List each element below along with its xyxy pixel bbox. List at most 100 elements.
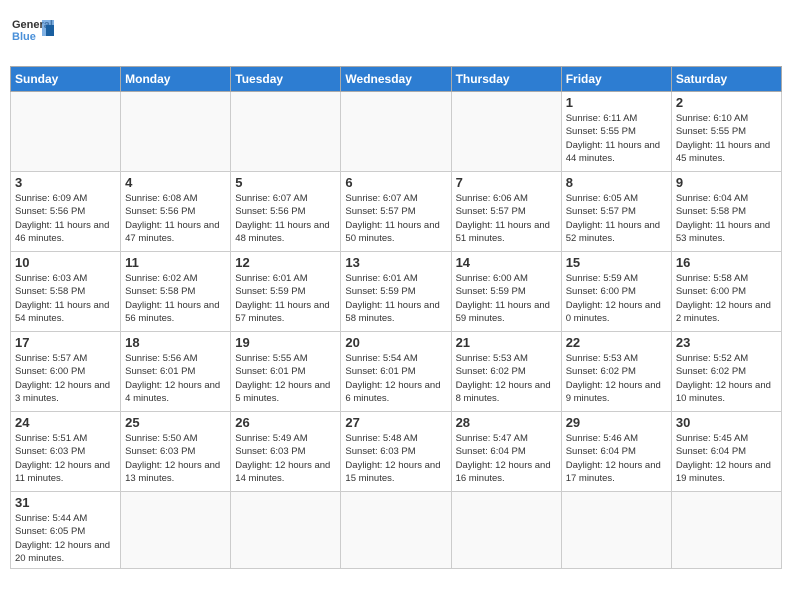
column-header-friday: Friday	[561, 67, 671, 92]
day-number: 29	[566, 415, 667, 430]
calendar-cell: 23 Sunrise: 5:52 AMSunset: 6:02 PMDayligh…	[671, 332, 781, 412]
day-info: Sunrise: 6:10 AMSunset: 5:55 PMDaylight:…	[676, 112, 777, 165]
day-number: 16	[676, 255, 777, 270]
day-number: 18	[125, 335, 226, 350]
calendar-cell: 9 Sunrise: 6:04 AMSunset: 5:58 PMDaylight…	[671, 172, 781, 252]
day-number: 15	[566, 255, 667, 270]
day-info: Sunrise: 5:56 AMSunset: 6:01 PMDaylight:…	[125, 352, 226, 405]
day-info: Sunrise: 6:09 AMSunset: 5:56 PMDaylight:…	[15, 192, 116, 245]
day-number: 26	[235, 415, 336, 430]
page-header: General Blue	[10, 10, 782, 60]
day-info: Sunrise: 6:11 AMSunset: 5:55 PMDaylight:…	[566, 112, 667, 165]
day-info: Sunrise: 5:55 AMSunset: 6:01 PMDaylight:…	[235, 352, 336, 405]
day-number: 31	[15, 495, 116, 510]
day-number: 22	[566, 335, 667, 350]
calendar-table: SundayMondayTuesdayWednesdayThursdayFrid…	[10, 66, 782, 569]
day-number: 20	[345, 335, 446, 350]
calendar-cell: 20 Sunrise: 5:54 AMSunset: 6:01 PMDayligh…	[341, 332, 451, 412]
calendar-cell	[341, 492, 451, 569]
day-info: Sunrise: 6:02 AMSunset: 5:58 PMDaylight:…	[125, 272, 226, 325]
day-number: 19	[235, 335, 336, 350]
calendar-cell	[121, 492, 231, 569]
day-number: 30	[676, 415, 777, 430]
day-info: Sunrise: 5:53 AMSunset: 6:02 PMDaylight:…	[566, 352, 667, 405]
logo: General Blue	[10, 10, 60, 60]
calendar-cell	[11, 92, 121, 172]
day-info: Sunrise: 5:48 AMSunset: 6:03 PMDaylight:…	[345, 432, 446, 485]
calendar-cell: 13 Sunrise: 6:01 AMSunset: 5:59 PMDayligh…	[341, 252, 451, 332]
calendar-cell: 19 Sunrise: 5:55 AMSunset: 6:01 PMDayligh…	[231, 332, 341, 412]
day-info: Sunrise: 5:49 AMSunset: 6:03 PMDaylight:…	[235, 432, 336, 485]
calendar-cell: 6Sunrise: 6:07 AMSunset: 5:57 PMDaylight…	[341, 172, 451, 252]
day-info: Sunrise: 6:01 AMSunset: 5:59 PMDaylight:…	[235, 272, 336, 325]
day-number: 8	[566, 175, 667, 190]
day-info: Sunrise: 6:04 AMSunset: 5:58 PMDaylight:…	[676, 192, 777, 245]
day-number: 11	[125, 255, 226, 270]
calendar-header-row: SundayMondayTuesdayWednesdayThursdayFrid…	[11, 67, 782, 92]
day-info: Sunrise: 5:46 AMSunset: 6:04 PMDaylight:…	[566, 432, 667, 485]
calendar-cell: 1 Sunrise: 6:11 AMSunset: 5:55 PMDaylight…	[561, 92, 671, 172]
day-number: 2	[676, 95, 777, 110]
calendar-cell: 14Sunrise: 6:00 AMSunset: 5:59 PMDayligh…	[451, 252, 561, 332]
column-header-thursday: Thursday	[451, 67, 561, 92]
calendar-cell: 17Sunrise: 5:57 AMSunset: 6:00 PMDayligh…	[11, 332, 121, 412]
day-info: Sunrise: 5:52 AMSunset: 6:02 PMDaylight:…	[676, 352, 777, 405]
column-header-monday: Monday	[121, 67, 231, 92]
column-header-saturday: Saturday	[671, 67, 781, 92]
calendar-cell: 24 Sunrise: 5:51 AMSunset: 6:03 PMDayligh…	[11, 412, 121, 492]
day-number: 24	[15, 415, 116, 430]
calendar-cell: 8 Sunrise: 6:05 AMSunset: 5:57 PMDaylight…	[561, 172, 671, 252]
day-info: Sunrise: 6:07 AMSunset: 5:56 PMDaylight:…	[235, 192, 336, 245]
day-info: Sunrise: 5:54 AMSunset: 6:01 PMDaylight:…	[345, 352, 446, 405]
day-number: 9	[676, 175, 777, 190]
day-info: Sunrise: 5:51 AMSunset: 6:03 PMDaylight:…	[15, 432, 116, 485]
day-number: 6	[345, 175, 446, 190]
day-info: Sunrise: 5:44 AMSunset: 6:05 PMDaylight:…	[15, 512, 116, 565]
day-info: Sunrise: 6:08 AMSunset: 5:56 PMDaylight:…	[125, 192, 226, 245]
calendar-cell: 29 Sunrise: 5:46 AMSunset: 6:04 PMDayligh…	[561, 412, 671, 492]
day-number: 7	[456, 175, 557, 190]
column-header-wednesday: Wednesday	[341, 67, 451, 92]
day-number: 1	[566, 95, 667, 110]
calendar-cell: 12Sunrise: 6:01 AMSunset: 5:59 PMDayligh…	[231, 252, 341, 332]
calendar-cell: 30Sunrise: 5:45 AMSunset: 6:04 PMDayligh…	[671, 412, 781, 492]
calendar-cell: 26 Sunrise: 5:49 AMSunset: 6:03 PMDayligh…	[231, 412, 341, 492]
calendar-cell: 15Sunrise: 5:59 AMSunset: 6:00 PMDayligh…	[561, 252, 671, 332]
day-number: 17	[15, 335, 116, 350]
day-number: 28	[456, 415, 557, 430]
calendar-cell: 18 Sunrise: 5:56 AMSunset: 6:01 PMDayligh…	[121, 332, 231, 412]
day-number: 4	[125, 175, 226, 190]
day-number: 5	[235, 175, 336, 190]
calendar-cell: 11 Sunrise: 6:02 AMSunset: 5:58 PMDayligh…	[121, 252, 231, 332]
calendar-cell	[231, 492, 341, 569]
day-number: 3	[15, 175, 116, 190]
column-header-sunday: Sunday	[11, 67, 121, 92]
day-info: Sunrise: 5:50 AMSunset: 6:03 PMDaylight:…	[125, 432, 226, 485]
calendar-cell: 2 Sunrise: 6:10 AMSunset: 5:55 PMDaylight…	[671, 92, 781, 172]
calendar-cell	[121, 92, 231, 172]
day-number: 23	[676, 335, 777, 350]
calendar-cell	[231, 92, 341, 172]
calendar-cell: 27 Sunrise: 5:48 AMSunset: 6:03 PMDayligh…	[341, 412, 451, 492]
day-info: Sunrise: 5:47 AMSunset: 6:04 PMDaylight:…	[456, 432, 557, 485]
day-number: 14	[456, 255, 557, 270]
calendar-cell: 31 Sunrise: 5:44 AMSunset: 6:05 PMDayligh…	[11, 492, 121, 569]
calendar-cell	[341, 92, 451, 172]
calendar-cell: 16Sunrise: 5:58 AMSunset: 6:00 PMDayligh…	[671, 252, 781, 332]
calendar-cell: 4 Sunrise: 6:08 AMSunset: 5:56 PMDaylight…	[121, 172, 231, 252]
calendar-cell: 7 Sunrise: 6:06 AMSunset: 5:57 PMDaylight…	[451, 172, 561, 252]
column-header-tuesday: Tuesday	[231, 67, 341, 92]
day-number: 10	[15, 255, 116, 270]
day-info: Sunrise: 6:06 AMSunset: 5:57 PMDaylight:…	[456, 192, 557, 245]
day-info: Sunrise: 6:01 AMSunset: 5:59 PMDaylight:…	[345, 272, 446, 325]
calendar-cell: 28 Sunrise: 5:47 AMSunset: 6:04 PMDayligh…	[451, 412, 561, 492]
calendar-cell: 21Sunrise: 5:53 AMSunset: 6:02 PMDayligh…	[451, 332, 561, 412]
svg-text:Blue: Blue	[12, 31, 36, 43]
day-info: Sunrise: 6:05 AMSunset: 5:57 PMDaylight:…	[566, 192, 667, 245]
logo-svg: General Blue	[10, 10, 60, 60]
day-number: 27	[345, 415, 446, 430]
calendar-cell	[561, 492, 671, 569]
day-number: 13	[345, 255, 446, 270]
day-number: 25	[125, 415, 226, 430]
calendar-cell	[451, 492, 561, 569]
